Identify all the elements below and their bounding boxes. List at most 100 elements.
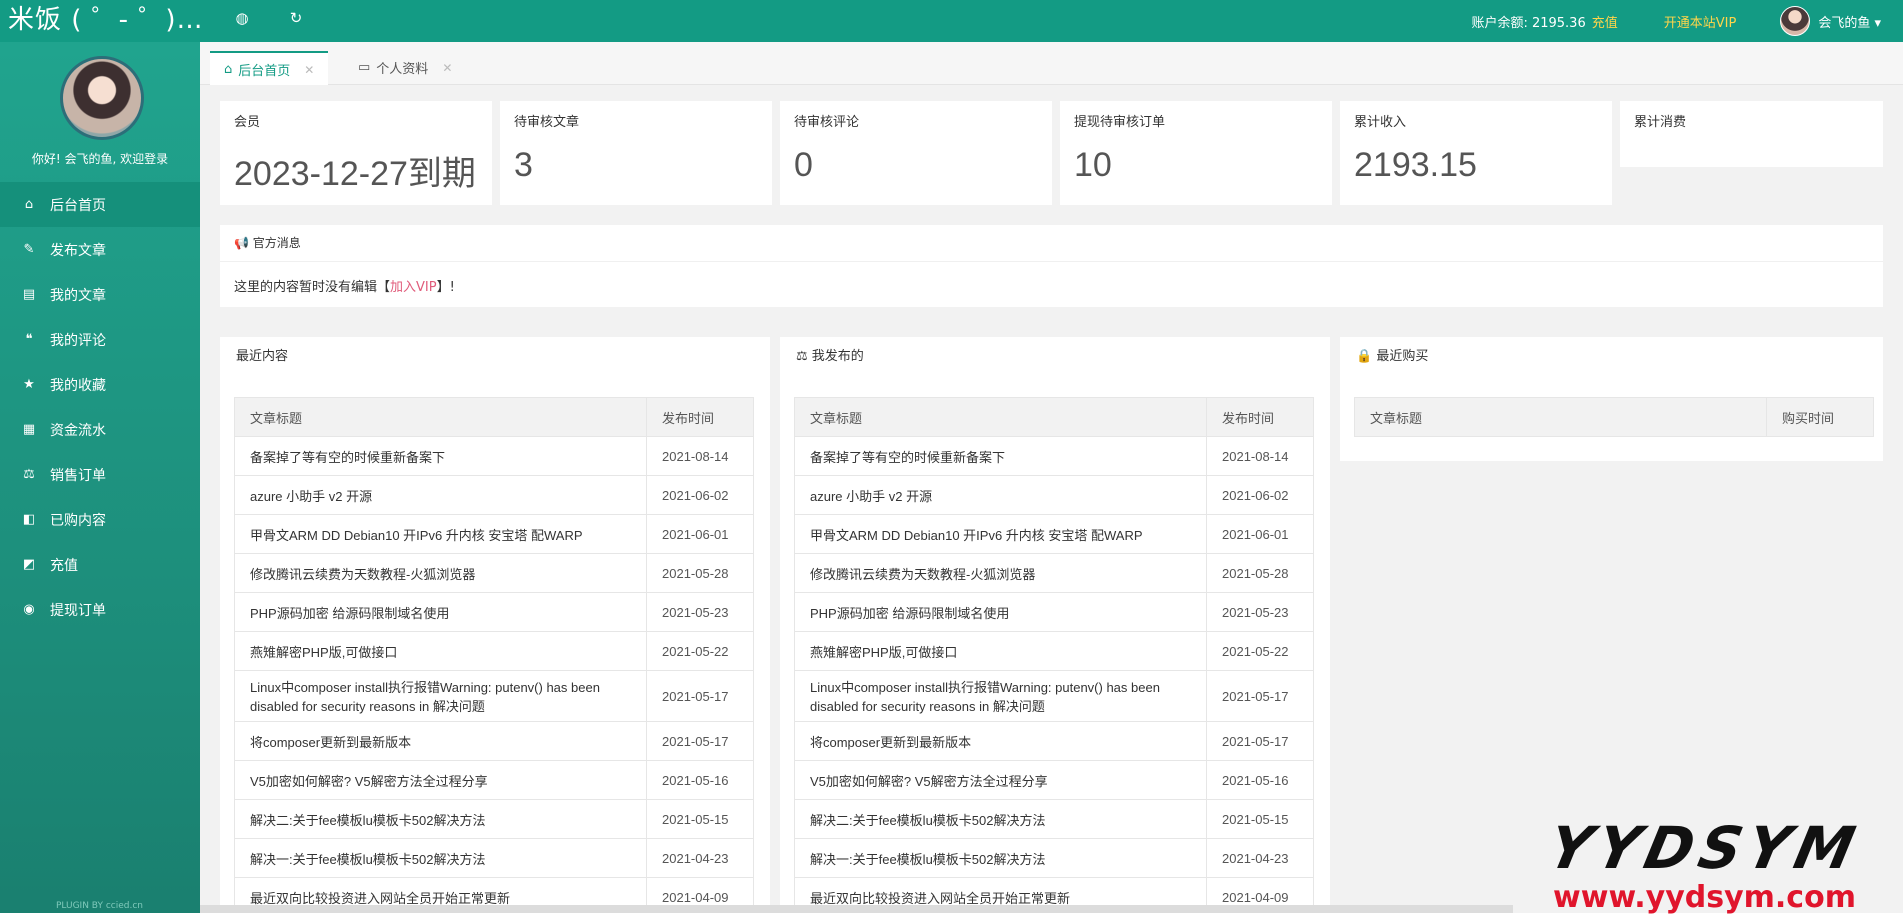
tab-bar: ⌂ 后台首页 ✕ ▭ 个人资料 ✕: [200, 42, 1903, 86]
article-title-link[interactable]: 修改腾讯云续费为天数教程-火狐浏览器: [234, 553, 647, 593]
article-title-link[interactable]: 解决一:关于fee模板lu模板卡502解决方法: [234, 838, 647, 878]
star-icon: ★: [23, 377, 35, 392]
refresh-icon[interactable]: ↻: [286, 8, 306, 28]
recent-content-panel: 最近内容 文章标题 发布时间 备案掉了等有空的时候重新备案下 2021-08-14…: [220, 337, 770, 923]
watermark-logo: YYDSYM: [1542, 814, 1867, 882]
table-row[interactable]: 备案掉了等有空的时候重新备案下 2021-08-14: [234, 436, 754, 476]
col-title: 文章标题: [234, 397, 647, 437]
article-title-link[interactable]: 将composer更新到最新版本: [234, 721, 647, 761]
table-row[interactable]: 解决一:关于fee模板lu模板卡502解决方法 2021-04-23: [794, 838, 1314, 878]
sidebar-item-sales-orders[interactable]: ⚖ 销售订单: [0, 452, 200, 497]
recharge-link[interactable]: 充值: [1592, 12, 1618, 31]
sidebar-item-my-articles[interactable]: ▤ 我的文章: [0, 272, 200, 317]
table-row[interactable]: 将composer更新到最新版本 2021-05-17: [234, 721, 754, 761]
article-title-link[interactable]: 解决一:关于fee模板lu模板卡502解决方法: [794, 838, 1207, 878]
purchases-table: 文章标题 购买时间: [1354, 397, 1874, 437]
sidebar-item-recharge[interactable]: ◩ 充值: [0, 542, 200, 587]
publish-date: 2021-05-15: [1206, 799, 1314, 839]
article-title-link[interactable]: azure 小助手 v2 开源: [234, 475, 647, 515]
stat-total-income: 累计收入 2193.15: [1340, 101, 1612, 205]
open-vip-link[interactable]: 开通本站VIP: [1664, 12, 1737, 31]
table-row[interactable]: 解决二:关于fee模板lu模板卡502解决方法 2021-05-15: [794, 799, 1314, 839]
publish-date: 2021-05-28: [1206, 553, 1314, 593]
table-row[interactable]: PHP源码加密 给源码限制域名使用 2021-05-23: [234, 592, 754, 632]
sidebar-item-favorites[interactable]: ★ 我的收藏: [0, 362, 200, 407]
top-bar: 米饭 ( ゜- ゜)… ◍ ↻ 账户余额: 2195.36 充值 开通本站VIP…: [0, 0, 1903, 42]
sidebar-item-my-comments[interactable]: ❝ 我的评论: [0, 317, 200, 362]
stat-value: 2193.15: [1354, 146, 1477, 184]
article-title-link[interactable]: 解决二:关于fee模板lu模板卡502解决方法: [234, 799, 647, 839]
publish-date: 2021-06-02: [646, 475, 754, 515]
table-row[interactable]: 修改腾讯云续费为天数教程-火狐浏览器 2021-05-28: [234, 553, 754, 593]
avatar[interactable]: [1780, 6, 1811, 36]
tab-label: 个人资料: [376, 62, 429, 77]
table-row[interactable]: 解决一:关于fee模板lu模板卡502解决方法 2021-04-23: [234, 838, 754, 878]
sidebar-item-publish[interactable]: ✎ 发布文章: [0, 227, 200, 272]
table-row[interactable]: azure 小助手 v2 开源 2021-06-02: [234, 475, 754, 515]
article-title-link[interactable]: 修改腾讯云续费为天数教程-火狐浏览器: [794, 553, 1207, 593]
article-title-link[interactable]: PHP源码加密 给源码限制域名使用: [234, 592, 647, 632]
col-title: 文章标题: [794, 397, 1207, 437]
table-row[interactable]: 甲骨文ARM DD Debian10 开IPv6 升内核 安宝塔 配WARP 20…: [794, 514, 1314, 554]
article-title-link[interactable]: 甲骨文ARM DD Debian10 开IPv6 升内核 安宝塔 配WARP: [794, 514, 1207, 554]
horizontal-scrollbar[interactable]: [200, 905, 1513, 913]
my-published-panel: ⚖ 我发布的 文章标题 发布时间 备案掉了等有空的时候重新备案下 2021-08-…: [780, 337, 1330, 923]
article-title-link[interactable]: PHP源码加密 给源码限制域名使用: [794, 592, 1207, 632]
profile-avatar[interactable]: [60, 56, 144, 140]
table-row[interactable]: 甲骨文ARM DD Debian10 开IPv6 升内核 安宝塔 配WARP 20…: [234, 514, 754, 554]
article-title-link[interactable]: V5加密如何解密? V5解密方法全过程分享: [794, 760, 1207, 800]
panel-header: ⚖ 我发布的: [780, 337, 1330, 377]
tab-profile[interactable]: ▭ 个人资料 ✕: [344, 51, 466, 84]
table-row[interactable]: azure 小助手 v2 开源 2021-06-02: [794, 475, 1314, 515]
sidebar-item-purchased[interactable]: ◧ 已购内容: [0, 497, 200, 542]
publish-date: 2021-04-23: [646, 838, 754, 878]
article-title-link[interactable]: 备案掉了等有空的时候重新备案下: [794, 436, 1207, 476]
stat-pending-articles: 待审核文章 3: [500, 101, 772, 205]
article-title-link[interactable]: 备案掉了等有空的时候重新备案下: [234, 436, 647, 476]
article-title-link[interactable]: Linux中composer install执行报错Warning: puten…: [234, 670, 647, 722]
table-row[interactable]: 修改腾讯云续费为天数教程-火狐浏览器 2021-05-28: [794, 553, 1314, 593]
site-brand[interactable]: 米饭 ( ゜- ゜)…: [8, 2, 203, 38]
table-row[interactable]: V5加密如何解密? V5解密方法全过程分享 2021-05-16: [234, 760, 754, 800]
table-row[interactable]: 燕雉解密PHP版,可做接口 2021-05-22: [794, 631, 1314, 671]
sidebar-item-withdraw-orders[interactable]: ◉ 提现订单: [0, 587, 200, 632]
table-row[interactable]: Linux中composer install执行报错Warning: puten…: [234, 670, 754, 722]
published-table: 文章标题 发布时间 备案掉了等有空的时候重新备案下 2021-08-14 azure…: [794, 397, 1314, 917]
publish-date: 2021-05-23: [1206, 592, 1314, 632]
stat-value: 0: [794, 146, 813, 184]
join-vip-link[interactable]: 加入VIP: [390, 280, 437, 295]
username-menu[interactable]: 会飞的鱼 ▾: [1818, 12, 1881, 31]
close-icon[interactable]: ✕: [442, 61, 452, 75]
lock-bag-icon: ◩: [22, 557, 36, 572]
article-title-link[interactable]: Linux中composer install执行报错Warning: puten…: [794, 670, 1207, 722]
table-row[interactable]: 解决二:关于fee模板lu模板卡502解决方法 2021-05-15: [234, 799, 754, 839]
sidebar-item-cashflow[interactable]: ▦ 资金流水: [0, 407, 200, 452]
sidebar: 你好! 会飞的鱼, 欢迎登录 ⌂ 后台首页 ✎ 发布文章 ▤ 我的文章 ❝ 我的评论 ★…: [0, 42, 200, 923]
sidebar-item-label: 我的收藏: [50, 377, 106, 394]
table-row[interactable]: 备案掉了等有空的时候重新备案下 2021-08-14: [794, 436, 1314, 476]
sidebar-item-label: 发布文章: [50, 242, 106, 259]
article-title-link[interactable]: 燕雉解密PHP版,可做接口: [234, 631, 647, 671]
article-title-link[interactable]: 甲骨文ARM DD Debian10 开IPv6 升内核 安宝塔 配WARP: [234, 514, 647, 554]
article-title-link[interactable]: 将composer更新到最新版本: [794, 721, 1207, 761]
article-title-link[interactable]: 解决二:关于fee模板lu模板卡502解决方法: [794, 799, 1207, 839]
table-row[interactable]: PHP源码加密 给源码限制域名使用 2021-05-23: [794, 592, 1314, 632]
book-icon: ▤: [22, 287, 36, 302]
tab-dashboard[interactable]: ⌂ 后台首页 ✕: [210, 51, 329, 86]
stat-pending-comments: 待审核评论 0: [780, 101, 1052, 205]
close-icon[interactable]: ✕: [304, 63, 314, 77]
stat-value: 10: [1074, 146, 1112, 184]
article-title-link[interactable]: 燕雉解密PHP版,可做接口: [794, 631, 1207, 671]
table-row[interactable]: V5加密如何解密? V5解密方法全过程分享 2021-05-16: [794, 760, 1314, 800]
sidebar-item-label: 我的文章: [50, 287, 106, 304]
article-title-link[interactable]: azure 小助手 v2 开源: [794, 475, 1207, 515]
sidebar-item-dashboard[interactable]: ⌂ 后台首页: [0, 182, 200, 227]
sidebar-item-label: 我的评论: [50, 332, 106, 349]
article-title-link[interactable]: V5加密如何解密? V5解密方法全过程分享: [234, 760, 647, 800]
table-row[interactable]: 燕雉解密PHP版,可做接口 2021-05-22: [234, 631, 754, 671]
main-content: 会员 2023-12-27到期 待审核文章 3 待审核评论 0 提现待审核订单 …: [200, 85, 1903, 923]
table-row[interactable]: Linux中composer install执行报错Warning: puten…: [794, 670, 1314, 722]
globe-icon[interactable]: ◍: [232, 8, 252, 28]
table-row[interactable]: 将composer更新到最新版本 2021-05-17: [794, 721, 1314, 761]
tab-label: 后台首页: [238, 64, 291, 79]
